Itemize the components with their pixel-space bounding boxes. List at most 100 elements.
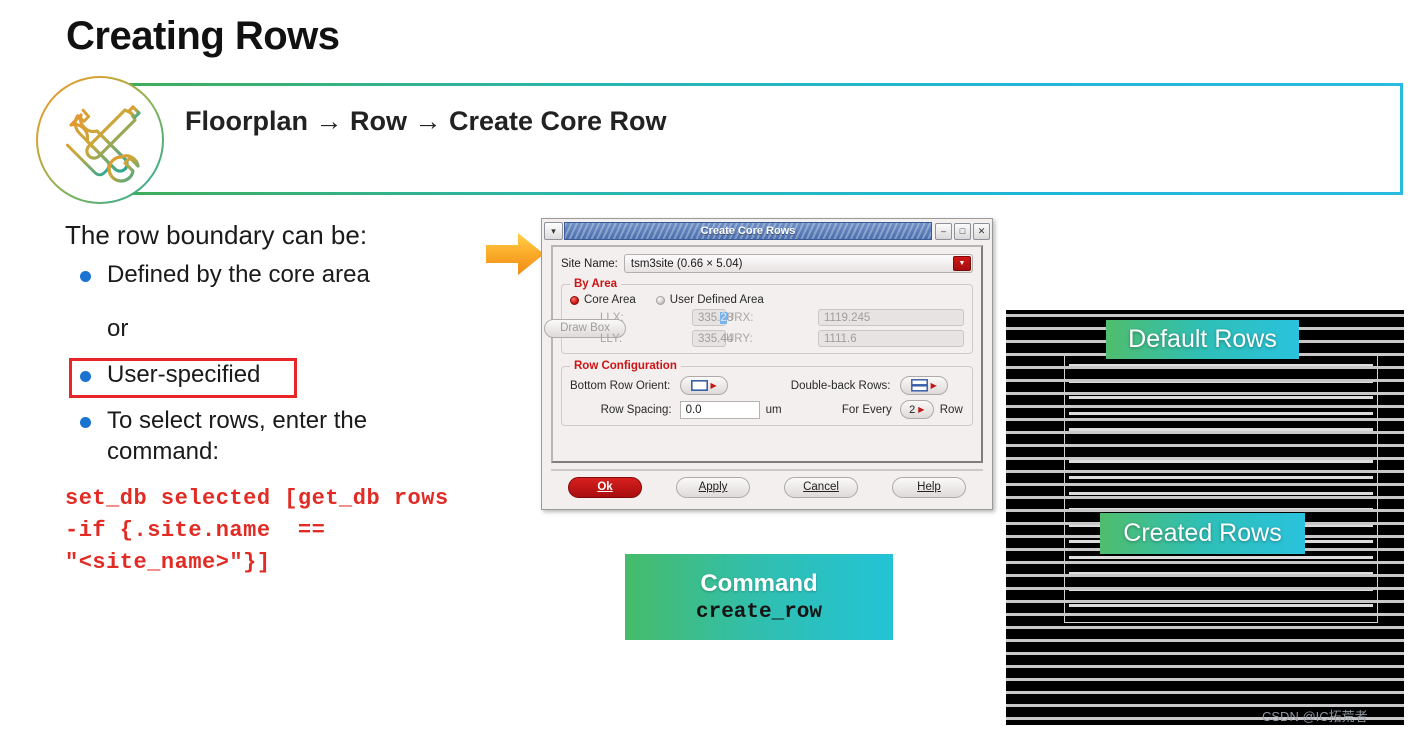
llx-value: 335.28 <box>698 311 734 324</box>
bottom-row-orient-label: Bottom Row Orient: <box>570 379 671 392</box>
dialog-titlebar: ▾ Create Core Rows – □ ✕ <box>544 221 990 241</box>
apply-button[interactable]: Apply <box>676 476 750 498</box>
default-row-line <box>1006 665 1404 668</box>
minimize-icon[interactable]: – <box>935 222 952 240</box>
cancel-button-label: Cancel <box>803 481 839 493</box>
close-icon[interactable]: ✕ <box>973 222 990 240</box>
window-menu-button[interactable]: ▾ <box>544 222 563 240</box>
help-button[interactable]: Help <box>892 476 966 498</box>
radio-core-area-label: Core Area <box>584 294 636 306</box>
default-row-line <box>1006 639 1404 642</box>
for-every-option-button[interactable]: 2 ▶ <box>899 400 934 419</box>
urx-input[interactable]: 1119.245 <box>818 309 964 326</box>
dialog-title-strip: Create Core Rows <box>564 222 932 240</box>
page-title: Creating Rows <box>66 14 340 58</box>
radio-core-area[interactable]: Core Area <box>570 294 636 306</box>
radio-user-defined-area-label: User Defined Area <box>669 294 764 306</box>
default-row-line <box>1006 600 1404 603</box>
bullet-dot-icon <box>80 417 91 428</box>
for-every-suffix: Row <box>939 403 963 416</box>
row-spacing-unit: um <box>765 403 782 416</box>
chevron-right-icon: ▶ <box>918 404 925 414</box>
by-area-group: By Area Core Area User Defined Area LLX:… <box>544 278 973 354</box>
bullet-dot-icon <box>80 371 91 382</box>
apply-button-label: Apply <box>698 481 728 493</box>
lly-input[interactable]: 335.44 <box>692 330 733 347</box>
row-spacing-label: Row Spacing: <box>600 403 672 416</box>
lead-text: The row boundary can be: <box>65 220 368 250</box>
breadcrumb-bar <box>118 83 1403 195</box>
created-row-line <box>1069 412 1373 415</box>
command-callout-title: Command <box>700 570 818 597</box>
site-name-value: tsm3site (0.66 × 5.04) <box>630 257 743 270</box>
cancel-button[interactable]: Cancel <box>784 476 858 498</box>
by-area-legend: By Area <box>574 278 618 290</box>
orange-right-arrow-icon <box>484 231 546 282</box>
lly-label: LLY: <box>600 332 623 345</box>
breadcrumb-path: Floorplan → Row → Create Core Row <box>185 106 667 136</box>
list-item: To select rows, enter the command: <box>80 406 450 467</box>
radio-user-defined-area[interactable]: User Defined Area <box>655 294 764 306</box>
created-row-line <box>1069 460 1373 463</box>
default-row-line <box>1006 431 1404 434</box>
created-row-line <box>1069 396 1373 399</box>
row-spacing-input[interactable]: 0.0 <box>679 400 760 419</box>
ury-input[interactable]: 1111.6 <box>818 330 964 347</box>
for-every-value: 2 <box>909 403 916 416</box>
core-boundary-left <box>1064 355 1065 623</box>
default-rows-badge: Default Rows <box>1106 320 1299 359</box>
dialog-body: Site Name: tsm3site (0.66 × 5.04) ▼ By A… <box>544 245 983 463</box>
created-rows-area <box>1069 362 1373 616</box>
row-configuration-legend: Row Configuration <box>574 360 677 372</box>
or-connector: or <box>107 315 129 342</box>
default-row-line <box>1006 561 1404 564</box>
dialog-footer: Ok Apply Cancel Help <box>551 469 983 503</box>
default-row-line <box>1006 587 1404 590</box>
default-row-line <box>1006 457 1404 460</box>
created-row-line <box>1069 492 1373 495</box>
default-row-line <box>1006 314 1404 317</box>
coordinate-fields: LLX: 335.28 URX: 1119.245 Draw Box LLY: … <box>544 309 964 347</box>
default-row-line <box>1006 691 1404 694</box>
wrench-screwdriver-icon <box>36 76 164 204</box>
list-item: Defined by the core area <box>80 260 370 291</box>
list-item-label: To select rows, enter the command: <box>107 407 368 465</box>
llx-input[interactable]: 335.28 <box>692 309 733 326</box>
command-callout-code: create_row <box>695 601 823 624</box>
default-row-line <box>1006 574 1404 577</box>
core-boundary-right <box>1377 355 1378 623</box>
default-row-line <box>1006 678 1404 681</box>
code-snippet: set_db selected [get_db rows -if {.site.… <box>65 486 449 575</box>
default-row-line <box>1006 496 1404 499</box>
bullet-dot-icon <box>80 271 91 282</box>
default-row-line <box>1006 509 1404 512</box>
list-item-label: User-specified <box>107 361 261 388</box>
ok-button[interactable]: Ok <box>568 476 642 498</box>
radio-indicator-icon <box>570 295 579 305</box>
chevron-down-icon[interactable]: ▼ <box>953 256 971 271</box>
ury-label: URY: <box>726 332 753 345</box>
double-back-rows-label: Double-back Rows: <box>790 379 891 392</box>
default-row-line <box>1006 405 1404 408</box>
dialog-title: Create Core Rows <box>700 225 796 237</box>
maximize-icon[interactable]: □ <box>954 222 971 240</box>
site-name-dropdown[interactable]: tsm3site (0.66 × 5.04) ▼ <box>623 254 973 273</box>
default-row-line <box>1006 652 1404 655</box>
chevron-right-icon: ▶ <box>930 380 937 390</box>
default-row-line <box>1006 379 1404 382</box>
list-item-highlighted: User-specified <box>80 360 260 391</box>
site-name-label: Site Name: <box>561 257 618 270</box>
list-item-label: Defined by the core area <box>107 261 370 288</box>
default-row-line <box>1006 392 1404 395</box>
create-core-rows-dialog: ▾ Create Core Rows – □ ✕ Site Name: tsm3… <box>541 218 993 510</box>
double-back-rows-option-button[interactable]: ▶ <box>899 376 948 395</box>
default-row-line <box>1006 626 1404 629</box>
urx-label: URX: <box>726 311 754 324</box>
site-name-row: Site Name: tsm3site (0.66 × 5.04) ▼ <box>561 254 973 273</box>
bottom-row-orient-option-button[interactable]: ▶ <box>679 376 728 395</box>
default-row-line <box>1006 613 1404 616</box>
single-row-icon <box>690 380 708 391</box>
default-row-line <box>1006 444 1404 447</box>
default-row-line <box>1006 366 1404 369</box>
row-configuration-grid: Bottom Row Orient: ▶ Double-back Rows: ▶… <box>570 376 964 419</box>
